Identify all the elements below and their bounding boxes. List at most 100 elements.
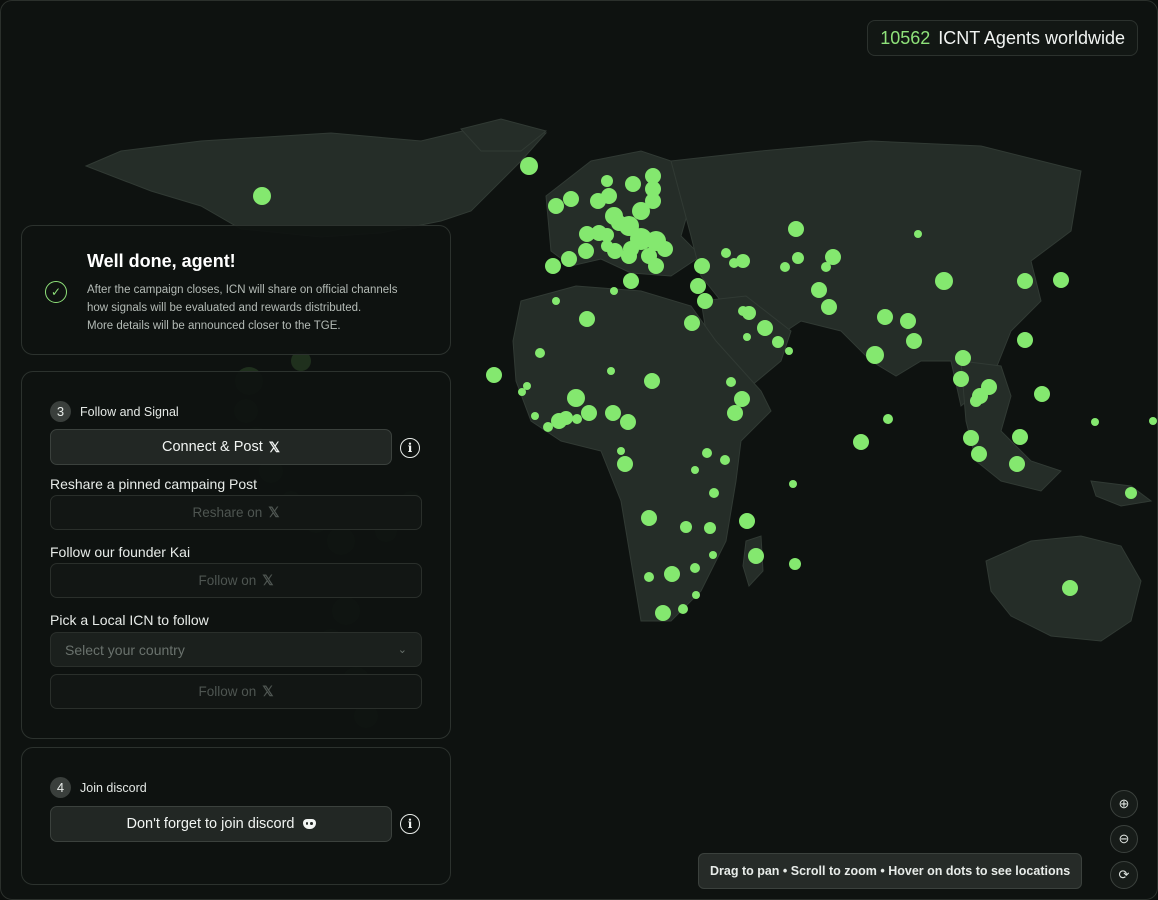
agent-dot[interactable] — [734, 391, 750, 407]
agent-dot[interactable] — [971, 446, 987, 462]
agent-dot[interactable] — [866, 346, 884, 364]
agent-dot[interactable] — [572, 414, 582, 424]
info-icon[interactable]: i — [400, 814, 420, 834]
agent-dot[interactable] — [739, 513, 755, 529]
agent-dot[interactable] — [883, 414, 893, 424]
agent-dot[interactable] — [552, 297, 560, 305]
agent-dot[interactable] — [955, 350, 971, 366]
agent-dot[interactable] — [518, 388, 526, 396]
agent-dot[interactable] — [621, 248, 637, 264]
agent-dot[interactable] — [657, 241, 673, 257]
agent-dot[interactable] — [785, 347, 793, 355]
agent-dot[interactable] — [1017, 332, 1033, 348]
agent-dot[interactable] — [543, 422, 553, 432]
agent-dot[interactable] — [694, 258, 710, 274]
agent-dot[interactable] — [726, 377, 736, 387]
agent-dot[interactable] — [727, 405, 743, 421]
agent-dot[interactable] — [620, 414, 636, 430]
agent-dot[interactable] — [720, 455, 730, 465]
agent-dot[interactable] — [520, 157, 538, 175]
agent-dot[interactable] — [704, 522, 716, 534]
agent-dot[interactable] — [625, 176, 641, 192]
agent-dot[interactable] — [900, 313, 916, 329]
agent-dot[interactable] — [601, 175, 613, 187]
agent-dot[interactable] — [702, 448, 712, 458]
agent-dot[interactable] — [581, 405, 597, 421]
agent-dot[interactable] — [655, 605, 671, 621]
agent-dot[interactable] — [780, 262, 790, 272]
agent-dot[interactable] — [690, 563, 700, 573]
agent-dot[interactable] — [721, 248, 731, 258]
agent-dot[interactable] — [811, 282, 827, 298]
agent-dot[interactable] — [563, 191, 579, 207]
agent-dot[interactable] — [664, 566, 680, 582]
agent-dot[interactable] — [579, 311, 595, 327]
agent-dot[interactable] — [736, 254, 750, 268]
agent-dot[interactable] — [535, 348, 545, 358]
agent-dot[interactable] — [1012, 429, 1028, 445]
agent-dot[interactable] — [935, 272, 953, 290]
agent-dot[interactable] — [709, 551, 717, 559]
agent-dot[interactable] — [742, 306, 756, 320]
agent-dot[interactable] — [579, 226, 595, 242]
agent-dot[interactable] — [648, 258, 664, 274]
reset-view-icon[interactable]: ⟳ — [1110, 861, 1138, 889]
country-select[interactable]: Select your country ⌄ — [50, 632, 422, 667]
agent-dot[interactable] — [970, 395, 982, 407]
agent-dot[interactable] — [605, 405, 621, 421]
agent-dot[interactable] — [684, 315, 700, 331]
agent-dot[interactable] — [690, 278, 706, 294]
agent-dot[interactable] — [877, 309, 893, 325]
reshare-button[interactable]: Reshare on 𝕏 — [50, 495, 422, 530]
agent-dot[interactable] — [1017, 273, 1033, 289]
agent-dot[interactable] — [680, 521, 692, 533]
agent-dot[interactable] — [610, 287, 618, 295]
agent-dot[interactable] — [601, 240, 613, 252]
agent-dot[interactable] — [772, 336, 784, 348]
agent-dot[interactable] — [953, 371, 969, 387]
agent-dot[interactable] — [578, 243, 594, 259]
agent-dot[interactable] — [567, 389, 585, 407]
agent-dot[interactable] — [788, 221, 804, 237]
agent-dot[interactable] — [632, 202, 650, 220]
agent-dot[interactable] — [531, 412, 539, 420]
agent-dot[interactable] — [623, 273, 639, 289]
agent-dot[interactable] — [692, 591, 700, 599]
agent-dot[interactable] — [617, 456, 633, 472]
agent-dot[interactable] — [757, 320, 773, 336]
agent-dot[interactable] — [792, 252, 804, 264]
agent-dot[interactable] — [641, 510, 657, 526]
agent-dot[interactable] — [644, 373, 660, 389]
join-discord-button[interactable]: Don't forget to join discord — [50, 806, 392, 842]
agent-dot[interactable] — [789, 558, 801, 570]
agent-dot[interactable] — [906, 333, 922, 349]
agent-dot[interactable] — [743, 333, 751, 341]
agent-dot[interactable] — [709, 488, 719, 498]
agent-dot[interactable] — [545, 258, 561, 274]
agent-dot[interactable] — [748, 548, 764, 564]
agent-dot[interactable] — [1125, 487, 1137, 499]
agent-dot[interactable] — [1034, 386, 1050, 402]
agent-dot[interactable] — [617, 447, 625, 455]
agent-dot[interactable] — [601, 188, 617, 204]
agent-dot[interactable] — [561, 251, 577, 267]
agent-dot[interactable] — [1009, 456, 1025, 472]
agent-dot[interactable] — [914, 230, 922, 238]
zoom-in-icon[interactable]: ⊕ — [1110, 790, 1138, 818]
agent-dot[interactable] — [644, 572, 654, 582]
agent-dot[interactable] — [678, 604, 688, 614]
agent-dot[interactable] — [551, 413, 567, 429]
agent-dot[interactable] — [607, 367, 615, 375]
agent-dot[interactable] — [548, 198, 564, 214]
agent-dot[interactable] — [1062, 580, 1078, 596]
agent-dot[interactable] — [486, 367, 502, 383]
agent-dot[interactable] — [697, 293, 713, 309]
agent-dot[interactable] — [1053, 272, 1069, 288]
agent-dot[interactable] — [691, 466, 699, 474]
agent-dot[interactable] — [821, 299, 837, 315]
info-icon[interactable]: i — [400, 438, 420, 458]
agent-dot[interactable] — [1149, 417, 1157, 425]
agent-dot[interactable] — [853, 434, 869, 450]
connect-post-button[interactable]: Connect & Post 𝕏 — [50, 429, 392, 465]
agent-dot[interactable] — [1091, 418, 1099, 426]
